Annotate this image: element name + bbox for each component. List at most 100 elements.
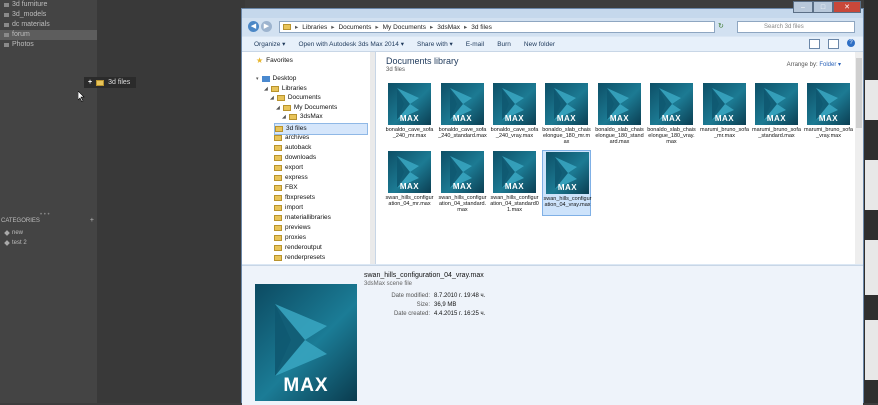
file-tile[interactable]: MAX swan_hills_configuration_04_vray.max [542,150,592,216]
nav-item[interactable]: proxies [274,233,306,243]
breadcrumb-item[interactable]: Libraries [302,24,327,31]
change-view-icon[interactable] [809,39,820,49]
nav-item[interactable]: ◢ Documents [270,93,321,103]
folder-icon [274,205,282,211]
max-file-icon: MAX [441,83,484,125]
expand-arrow-icon[interactable]: ◢ [270,93,274,103]
max-file-icon: MAX [755,83,798,125]
nav-item[interactable]: ▾ Desktop [256,74,296,84]
toolbar-button[interactable]: Share with ▾ [417,40,453,48]
details-file-type: 3dsMax scene file [364,281,413,287]
nav-item[interactable]: materiallibraries [274,213,331,223]
file-tile[interactable]: MAX marumi_bruno_sofa_vray.max [804,82,853,148]
max-icon-label: MAX [504,114,525,123]
nav-item-label: import [285,204,304,211]
file-tile[interactable]: MAX bonaldo_slab_chaiselongue_180_vray.ma… [647,82,696,148]
nav-item[interactable]: ◢ 3dsMax [282,112,323,122]
file-tile[interactable]: MAX swan_hills_configuration_04_mr.max [385,150,434,216]
drag-tooltip: + 3d files [84,77,137,88]
breadcrumb-separator-icon: ▸ [295,24,299,31]
maximize-button[interactable]: □ [813,1,833,13]
scroll-thumb[interactable] [856,58,862,128]
library-icon [4,3,9,7]
nav-item-label: fbxpresets [285,194,315,201]
library-item[interactable]: forum [0,30,97,40]
expand-arrow-icon[interactable]: ◢ [276,103,280,113]
nav-item[interactable]: renderpresets [274,253,325,263]
file-tile[interactable]: MAX marumi_bruno_sofa_mr.max [700,82,749,148]
nav-item[interactable]: renderoutput [274,243,322,253]
file-tile[interactable]: MAX bonaldo_slab_chaiselongue_180_standar… [595,82,644,148]
library-item-label: dc materials [12,21,50,28]
nav-item-label: downloads [285,154,317,161]
minimize-button[interactable]: – [793,1,813,13]
nav-item[interactable]: FBX [274,183,298,193]
library-item[interactable]: 3d_models [0,10,97,20]
nav-item[interactable]: import [274,203,303,213]
toolbar-button[interactable]: Organize ▾ [254,40,285,48]
file-name: bonaldo_slab_chaiselongue_180_mr.max [542,127,591,145]
forward-button[interactable]: ▶ [261,21,272,32]
nav-item[interactable]: autoback [274,143,311,153]
preview-pane-icon[interactable] [828,39,839,49]
file-tile[interactable]: MAX bonaldo_cave_sofa_240_standard.max [438,82,487,148]
file-tile[interactable]: MAX swan_hills_configuration_04_standard.… [438,150,487,216]
library-icon [4,33,9,37]
breadcrumb-item[interactable]: Documents [338,24,371,31]
add-category-button[interactable]: + [90,217,94,224]
file-name: marumi_bruno_sofa_vray.max [804,127,853,139]
category-item[interactable]: new [0,228,97,238]
folder-icon [275,126,283,132]
breadcrumb-item[interactable]: My Documents [383,24,426,31]
close-button[interactable]: ✕ [833,1,861,13]
library-item[interactable]: dc materials [0,20,97,30]
library-item[interactable]: 3d furniture [0,0,97,10]
breadcrumb-item[interactable]: 3dsMax [437,24,460,31]
file-tile[interactable]: MAX swan_hills_configuration_04_standard0… [490,150,539,216]
file-name: bonaldo_slab_chaiselongue_180_standard.m… [595,127,644,145]
nav-item[interactable]: fbxpresets [274,193,315,203]
nav-item-label: proxies [285,234,306,241]
nav-item-label: renderoutput [285,244,322,251]
toolbar-button[interactable]: New folder [524,41,555,48]
nav-item[interactable]: downloads [274,153,316,163]
file-tile[interactable]: MAX bonaldo_cave_sofa_240_vray.max [490,82,539,148]
max-file-icon: MAX [493,83,536,125]
toolbar-button[interactable]: Burn [497,41,511,48]
arrange-by[interactable]: Arrange by: Folder ▾ [787,61,841,68]
content-scrollbar[interactable] [855,52,863,264]
address-bar[interactable]: ▸ Libraries ▸ Documents ▸ My Documents ▸ 3dsMax… [279,21,715,33]
refresh-icon[interactable]: ↻ [718,22,724,30]
nav-item[interactable]: ★ Favorites [256,56,293,66]
drag-folder-icon [96,79,105,86]
preview-max-label: MAX [283,375,329,396]
expand-arrow-icon[interactable]: ◢ [264,84,268,94]
library-item[interactable]: Photos [0,40,97,50]
category-item[interactable]: test 2 [0,238,97,248]
file-tile[interactable]: MAX bonaldo_slab_chaiselongue_180_mr.max [542,82,591,148]
search-input[interactable]: Search 3d files [737,21,855,33]
file-name: marumi_bruno_sofa_mr.max [700,127,749,139]
back-button[interactable]: ◀ [248,21,259,32]
file-tile[interactable]: MAX bonaldo_cave_sofa_240_mr.max [385,82,434,148]
nav-item[interactable]: archives [274,133,309,143]
max-file-icon: MAX [650,83,693,125]
max-icon-label: MAX [452,182,473,191]
breadcrumb-item[interactable]: 3d files [471,24,492,31]
expand-arrow-icon[interactable]: ◢ [282,112,286,122]
nav-scrollbar[interactable] [370,52,375,264]
address-folder-icon [283,24,291,30]
toolbar-button[interactable]: Open with Autodesk 3ds Max 2014 ▾ [298,40,404,48]
folder-icon [274,245,282,251]
max-icon-label: MAX [504,182,525,191]
toolbar-button[interactable]: E-mail [466,41,484,48]
nav-item[interactable]: express [274,173,308,183]
arrange-value[interactable]: Folder ▾ [819,62,841,68]
expand-arrow-icon[interactable]: ▾ [256,74,259,84]
help-icon[interactable]: ? [847,39,855,47]
nav-item[interactable]: export [274,163,303,173]
detail-key: Size: [416,302,430,308]
file-tile[interactable]: MAX marumi_bruno_sofa_standard.max [752,82,801,148]
nav-item[interactable]: previews [274,223,311,233]
max-file-icon: MAX [598,83,641,125]
